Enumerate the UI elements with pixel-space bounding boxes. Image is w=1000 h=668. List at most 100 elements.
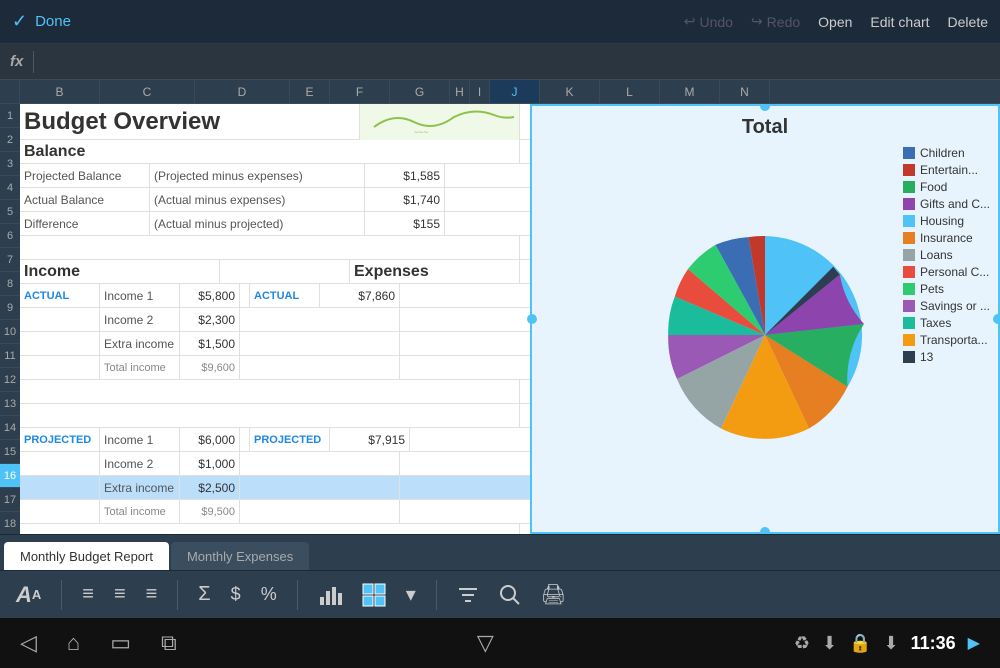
home-icon[interactable]: ⌂ — [67, 630, 80, 656]
row-num-14[interactable]: 14 — [0, 416, 20, 440]
redo-button[interactable]: ↪ Redo — [751, 13, 800, 30]
fx-label: fx — [10, 53, 23, 70]
tab-monthly-expenses[interactable]: Monthly Expenses — [171, 542, 309, 570]
delete-button[interactable]: Delete — [948, 14, 988, 30]
row-num-3[interactable]: 3 — [0, 152, 20, 176]
proj-total-row: Total income $9,500 — [20, 500, 530, 524]
battery-icon[interactable]: ⬇ — [884, 633, 899, 654]
filter-button[interactable] — [457, 584, 479, 606]
col-header-l[interactable]: L — [600, 80, 660, 103]
back-icon[interactable]: ◁ — [20, 630, 37, 656]
row-num-8[interactable]: 8 — [0, 272, 20, 296]
edit-chart-button[interactable]: Edit chart — [870, 14, 929, 30]
selection-dot-right[interactable] — [993, 314, 1000, 324]
align-right-button[interactable]: ≡ — [146, 583, 158, 606]
row-num-16[interactable]: 16 — [0, 464, 20, 488]
col-header-j[interactable]: J — [490, 80, 540, 103]
row-num-2[interactable]: 2 — [0, 128, 20, 152]
col-header-g[interactable]: G — [390, 80, 450, 103]
projected-label: PROJECTED — [20, 428, 100, 451]
projected-balance-desc: (Projected minus expenses) — [150, 164, 365, 187]
currency-button[interactable]: $ — [231, 584, 241, 605]
col-header-e[interactable]: E — [290, 80, 330, 103]
row-num-15[interactable]: 15 — [0, 440, 20, 464]
checkmark-icon: ✓ — [12, 11, 27, 32]
undo-icon: ↩ — [684, 13, 696, 30]
row-num-17[interactable]: 17 — [0, 488, 20, 512]
done-button[interactable]: Done — [35, 13, 71, 30]
chart-panel: Total — [530, 104, 1000, 534]
tab-monthly-budget-report[interactable]: Monthly Budget Report — [4, 542, 169, 570]
proj-extra-label: Extra income — [100, 476, 180, 499]
window-icon[interactable]: ⧉ — [161, 630, 177, 656]
selection-dot-bottom[interactable] — [760, 527, 770, 534]
projected-balance-label: Projected Balance — [20, 164, 150, 187]
row-num-11[interactable]: 11 — [0, 344, 20, 368]
legend-item-pets: Pets — [903, 282, 990, 296]
col-header-i[interactable]: I — [470, 80, 490, 103]
row-num-10[interactable]: 10 — [0, 320, 20, 344]
row-num-13[interactable]: 13 — [0, 392, 20, 416]
legend-item-insurance: Insurance — [903, 231, 990, 245]
spacer-10a — [20, 332, 100, 355]
expenses-projected-value: $7,915 — [330, 428, 410, 451]
col-header-c[interactable]: C — [100, 80, 195, 103]
legend-label-loans: Loans — [920, 248, 953, 262]
print-button[interactable]: 🖨 — [541, 582, 566, 607]
legend-item-gifts: Gifts and C... — [903, 197, 990, 211]
recents-icon[interactable]: ▭ — [110, 630, 131, 656]
open-button[interactable]: Open — [818, 14, 852, 30]
row-num-5[interactable]: 5 — [0, 200, 20, 224]
selection-dot-top[interactable] — [760, 104, 770, 111]
recycle-icon[interactable]: ♻ — [794, 633, 810, 654]
align-center-button[interactable]: ≡ — [114, 583, 126, 606]
col-header-f[interactable]: F — [330, 80, 390, 103]
left-panel: Budget Overview ~~~ Balance Projected Ba… — [20, 104, 530, 534]
dropdown-arrow[interactable]: ▾ — [406, 582, 416, 607]
formula-input[interactable] — [44, 54, 990, 70]
legend-item-savings: Savings or ... — [903, 299, 990, 313]
actual-balance-value: $1,740 — [365, 188, 445, 211]
row-num-4[interactable]: 4 — [0, 176, 20, 200]
col-header-h[interactable]: H — [450, 80, 470, 103]
legend-item-13: 13 — [903, 350, 990, 364]
sum-button[interactable]: Σ — [198, 583, 210, 606]
row-num-18[interactable]: 18 — [0, 512, 20, 534]
row-num-9[interactable]: 9 — [0, 296, 20, 320]
row-num-12[interactable]: 12 — [0, 368, 20, 392]
legend-item-loans: Loans — [903, 248, 990, 262]
legend-label-personal: Personal C... — [920, 265, 989, 279]
row-num-7[interactable]: 7 — [0, 248, 20, 272]
selection-dot-left[interactable] — [527, 314, 537, 324]
formula-bar: fx — [0, 44, 1000, 80]
row-num-6[interactable]: 6 — [0, 224, 20, 248]
lock-icon[interactable]: 🔒 — [849, 633, 871, 654]
legend-item-personal: Personal C... — [903, 265, 990, 279]
col-header-b[interactable]: B — [20, 80, 100, 103]
chart-button[interactable] — [318, 583, 342, 607]
col-header-d[interactable]: D — [195, 80, 290, 103]
col-header-n[interactable]: N — [720, 80, 770, 103]
search-button[interactable] — [499, 584, 521, 606]
redo-label: Redo — [767, 14, 800, 30]
legend-color-gifts — [903, 198, 915, 210]
col-header-k[interactable]: K — [540, 80, 600, 103]
percent-button[interactable]: % — [261, 584, 277, 605]
legend-color-taxes — [903, 317, 915, 329]
proj-income2-row: Income 2 $1,000 — [20, 452, 530, 476]
spacer-11b — [240, 356, 400, 379]
legend-color-savings — [903, 300, 915, 312]
col-header-m[interactable]: M — [660, 80, 720, 103]
legend-item-transportation: Transporta... — [903, 333, 990, 347]
align-left-button[interactable]: ≡ — [82, 583, 94, 606]
table-style-button[interactable] — [362, 583, 386, 607]
extra-income-value: $1,500 — [180, 332, 240, 355]
bottom-arrow-icon[interactable]: ▽ — [477, 630, 494, 655]
chart-area: Children Entertain... Food Gifts and C..… — [542, 147, 988, 522]
row-num-1[interactable]: 1 — [0, 104, 20, 128]
undo-button[interactable]: ↩ Undo — [684, 13, 733, 30]
download-icon[interactable]: ⬇ — [822, 633, 837, 654]
toolbar-right: ↩ Undo ↪ Redo Open Edit chart Delete — [684, 13, 988, 30]
font-size-button[interactable]: A A — [16, 582, 41, 608]
actual-balance-label: Actual Balance — [20, 188, 150, 211]
